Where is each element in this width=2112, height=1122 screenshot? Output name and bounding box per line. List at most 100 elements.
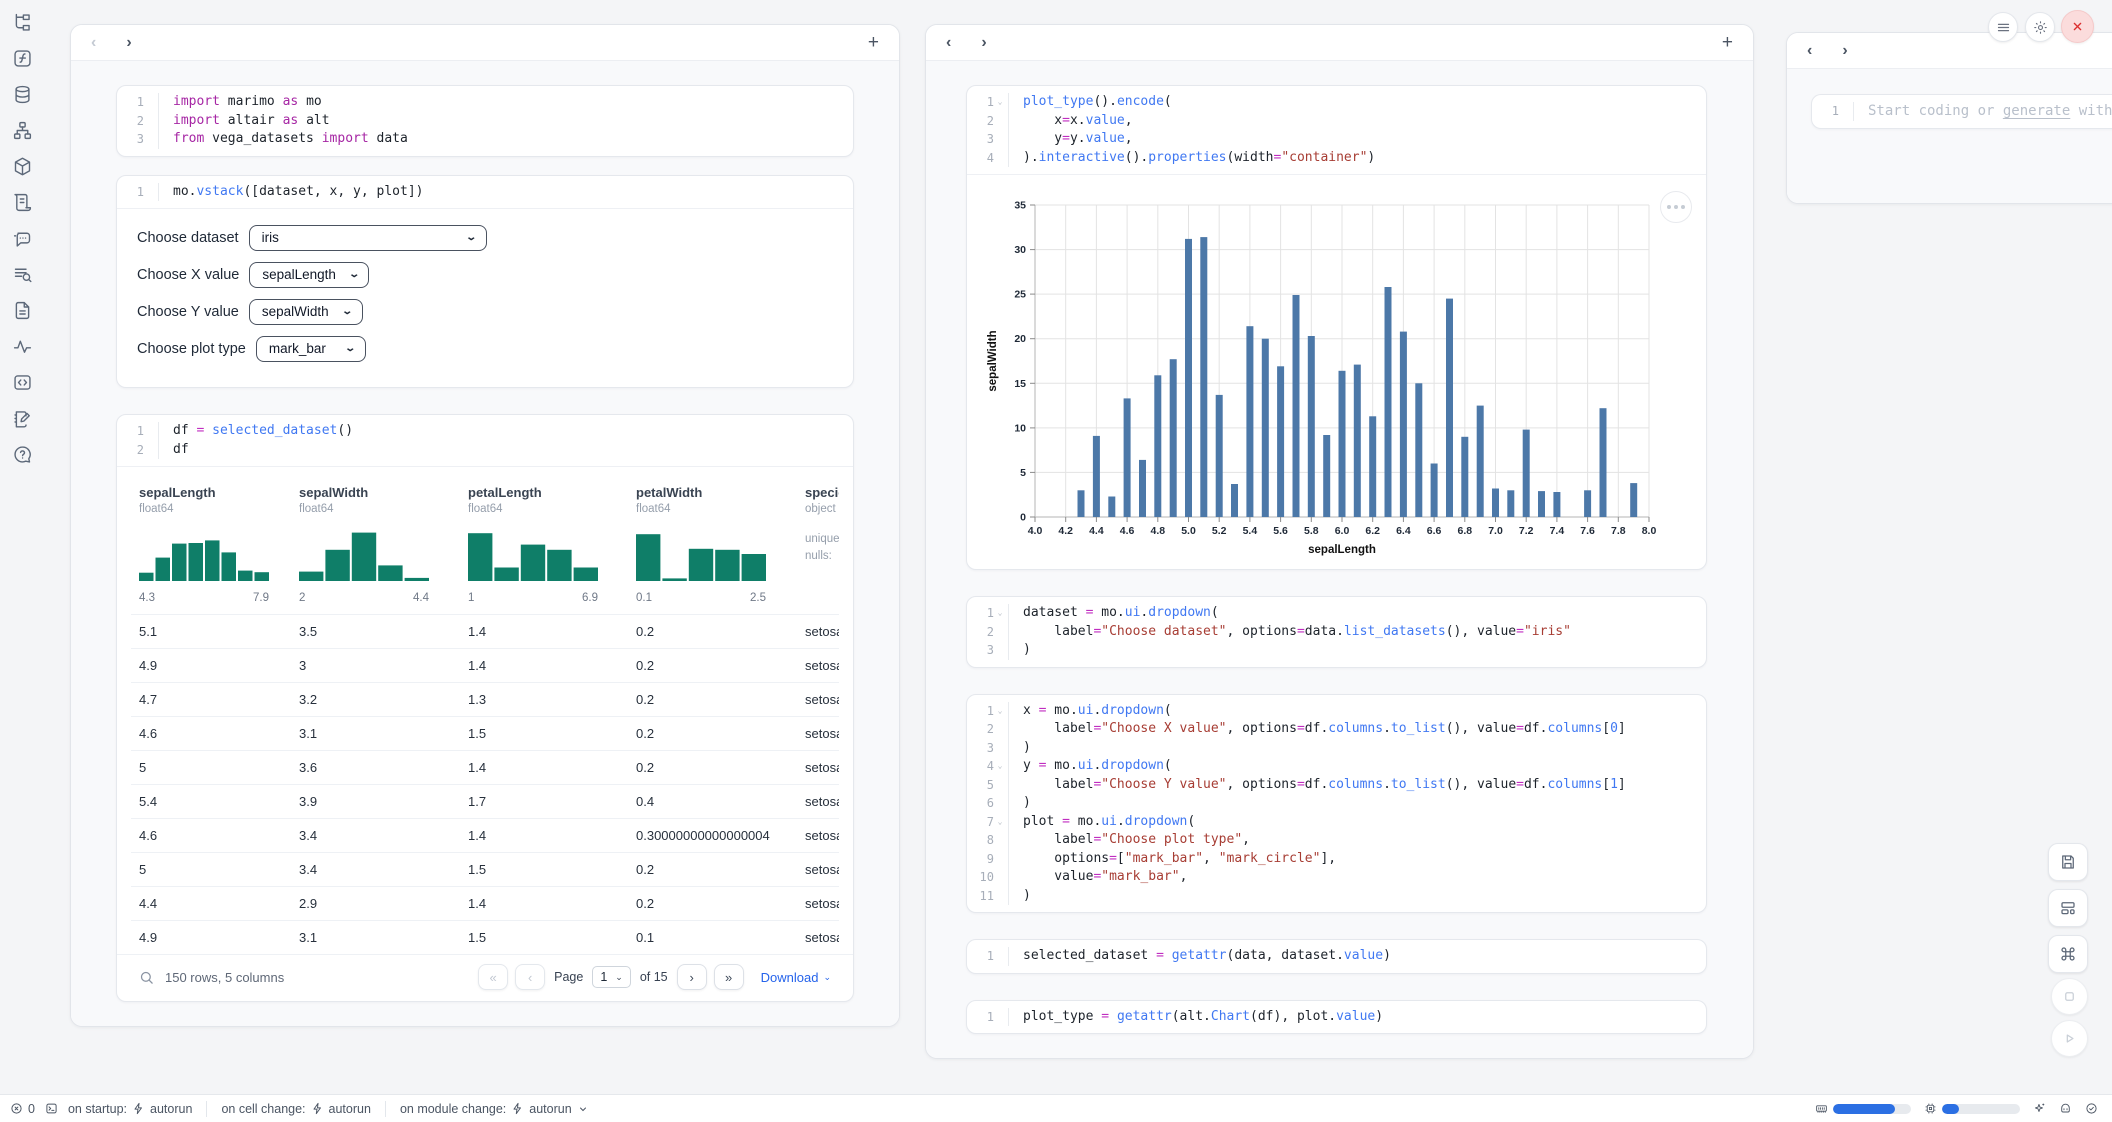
choose-x-value-select[interactable]: sepalLength⌄ [249, 262, 369, 288]
layout-button[interactable] [2048, 889, 2088, 927]
code-line[interactable]: ) [1023, 794, 1626, 813]
empty-code-cell[interactable]: 1 Start coding or generate with [1811, 94, 2112, 129]
workflow-icon[interactable] [12, 120, 33, 141]
activity-icon[interactable] [12, 336, 33, 357]
table-row[interactable]: 5.43.91.70.4setosa [131, 784, 839, 818]
column-header[interactable]: petalWidthfloat640.12.5 [628, 479, 797, 614]
code-line[interactable]: value="mark_bar", [1023, 868, 1626, 887]
table-row[interactable]: 53.41.50.2setosa [131, 852, 839, 886]
fold-chevron-icon[interactable]: ⌄ [994, 604, 1006, 623]
keyboard-shortcuts-button[interactable] [2048, 935, 2088, 973]
database-icon[interactable] [12, 84, 33, 105]
generate-link[interactable]: generate [2003, 103, 2070, 119]
code-line[interactable]: df = selected_dataset() [173, 422, 353, 441]
code-editor[interactable]: selected_dataset = getattr(data, dataset… [1009, 947, 1405, 966]
choose-y-value-select[interactable]: sepalWidth⌄ [249, 299, 363, 325]
choose-dataset-select[interactable]: iris⌄ [249, 225, 487, 251]
code-editor[interactable]: x = mo.ui.dropdown( label="Choose X valu… [1009, 702, 1640, 906]
code-line[interactable]: from vega_datasets import data [173, 130, 408, 149]
error-counter[interactable]: 0 [10, 1102, 35, 1116]
runtime-config-on-startup[interactable]: on startup:autorun [68, 1102, 192, 1116]
first-page-button[interactable]: « [478, 964, 508, 990]
runtime-config-on-cell-change[interactable]: on cell change:autorun [221, 1102, 371, 1116]
function-square-icon[interactable] [12, 48, 33, 69]
code-editor-placeholder[interactable]: Start coding or generate with [1854, 102, 2112, 121]
fold-chevron-icon[interactable]: ⌄ [994, 813, 1006, 832]
column-header[interactable]: sepalWidthfloat6424.4 [291, 479, 460, 614]
last-page-button[interactable]: » [714, 964, 744, 990]
code-line[interactable]: y = mo.ui.dropdown( [1023, 757, 1626, 776]
shutdown-button[interactable] [2061, 10, 2094, 43]
code-line[interactable]: df [173, 441, 353, 460]
code-line[interactable]: mo.vstack([dataset, x, y, plot]) [173, 183, 423, 202]
chart-actions-button[interactable] [1660, 191, 1692, 223]
file-tree-icon[interactable] [12, 12, 33, 33]
fold-chevron-icon[interactable]: ⌄ [994, 702, 1006, 721]
chat-bot-icon[interactable] [12, 228, 33, 249]
code-line[interactable]: selected_dataset = getattr(data, dataset… [1023, 947, 1391, 966]
code-line[interactable]: ).interactive().properties(width="contai… [1023, 149, 1375, 168]
menu-button[interactable] [1988, 12, 2018, 42]
code-line[interactable]: import altair as alt [173, 112, 408, 131]
column-header[interactable]: sepalLengthfloat644.37.9 [131, 479, 291, 614]
code-line[interactable]: label="Choose plot type", [1023, 831, 1626, 850]
ai-assistant-button[interactable] [2033, 1102, 2046, 1115]
code-line[interactable]: plot_type().encode( [1023, 93, 1375, 112]
bar-chart[interactable]: 4.04.24.44.64.85.05.25.45.65.86.06.26.46… [983, 189, 1694, 561]
package-icon[interactable] [12, 156, 33, 177]
column-forward-button[interactable]: › [1842, 43, 1847, 59]
runtime-config-on-module-change[interactable]: on module change:autorun [400, 1102, 589, 1116]
table-row[interactable]: 4.73.21.30.2setosa [131, 682, 839, 716]
table-row[interactable]: 4.931.40.2setosa [131, 648, 839, 682]
add-cell-button[interactable]: + [868, 33, 879, 52]
code-line[interactable]: plot_type = getattr(alt.Chart(df), plot.… [1023, 1008, 1383, 1027]
code-editor[interactable]: mo.vstack([dataset, x, y, plot]) [159, 183, 437, 202]
code-editor[interactable]: import marimo as moimport altair as altf… [159, 93, 422, 149]
code-editor[interactable]: plot_type = getattr(alt.Chart(df), plot.… [1009, 1008, 1397, 1027]
table-row[interactable]: 5.13.51.40.2setosa [131, 614, 839, 648]
code-box-icon[interactable] [12, 372, 33, 393]
table-row[interactable]: 4.63.41.40.30000000000000004setosa [131, 818, 839, 852]
download-button[interactable]: Download⌄ [761, 970, 831, 985]
previous-page-button[interactable]: ‹ [515, 964, 545, 990]
choose-plot-type-select[interactable]: mark_bar⌄ [256, 336, 366, 362]
help-circle-icon[interactable] [12, 444, 33, 465]
code-line[interactable]: label="Choose dataset", options=data.lis… [1023, 623, 1571, 642]
scroll-text-icon[interactable] [12, 192, 33, 213]
stop-button[interactable] [2051, 978, 2088, 1015]
copilot-button[interactable] [2059, 1102, 2072, 1115]
list-search-icon[interactable] [12, 264, 33, 285]
column-back-button[interactable]: ‹ [91, 35, 96, 51]
save-button[interactable] [2048, 843, 2088, 881]
column-forward-button[interactable]: › [126, 35, 131, 51]
code-line[interactable]: y=y.value, [1023, 130, 1375, 149]
table-row[interactable]: 4.42.91.40.2setosa [131, 886, 839, 920]
add-cell-button[interactable]: + [1722, 33, 1733, 52]
column-forward-button[interactable]: › [981, 35, 986, 51]
column-back-button[interactable]: ‹ [1807, 43, 1812, 59]
table-row[interactable]: 53.61.40.2setosa [131, 750, 839, 784]
code-line[interactable]: x = mo.ui.dropdown( [1023, 702, 1626, 721]
table-row[interactable]: 4.63.11.50.2setosa [131, 716, 839, 750]
code-line[interactable]: dataset = mo.ui.dropdown( [1023, 604, 1571, 623]
run-button[interactable] [2051, 1020, 2088, 1057]
code-editor[interactable]: plot_type().encode( x=x.value, y=y.value… [1009, 93, 1389, 167]
file-text-icon[interactable] [12, 300, 33, 321]
page-select[interactable]: 1⌄ [592, 966, 631, 988]
code-line[interactable]: options=["mark_bar", "mark_circle"], [1023, 850, 1626, 869]
fold-chevron-icon[interactable]: ⌄ [994, 757, 1006, 776]
code-line[interactable]: ) [1023, 739, 1626, 758]
connection-status-button[interactable] [2085, 1102, 2098, 1115]
column-header[interactable]: petalLengthfloat6416.9 [460, 479, 628, 614]
next-page-button[interactable]: › [677, 964, 707, 990]
code-line[interactable]: x=x.value, [1023, 112, 1375, 131]
code-line[interactable]: plot = mo.ui.dropdown( [1023, 813, 1626, 832]
code-line[interactable]: label="Choose X value", options=df.colum… [1023, 720, 1626, 739]
column-header[interactable]: speciesobjectuniquenulls: [797, 479, 839, 614]
notebook-pen-icon[interactable] [12, 408, 33, 429]
code-line[interactable]: import marimo as mo [173, 93, 408, 112]
code-editor[interactable]: dataset = mo.ui.dropdown( label="Choose … [1009, 604, 1585, 660]
search-icon[interactable] [139, 970, 154, 985]
fold-chevron-icon[interactable]: ⌄ [994, 93, 1006, 112]
table-row[interactable]: 4.93.11.50.1setosa [131, 920, 839, 954]
